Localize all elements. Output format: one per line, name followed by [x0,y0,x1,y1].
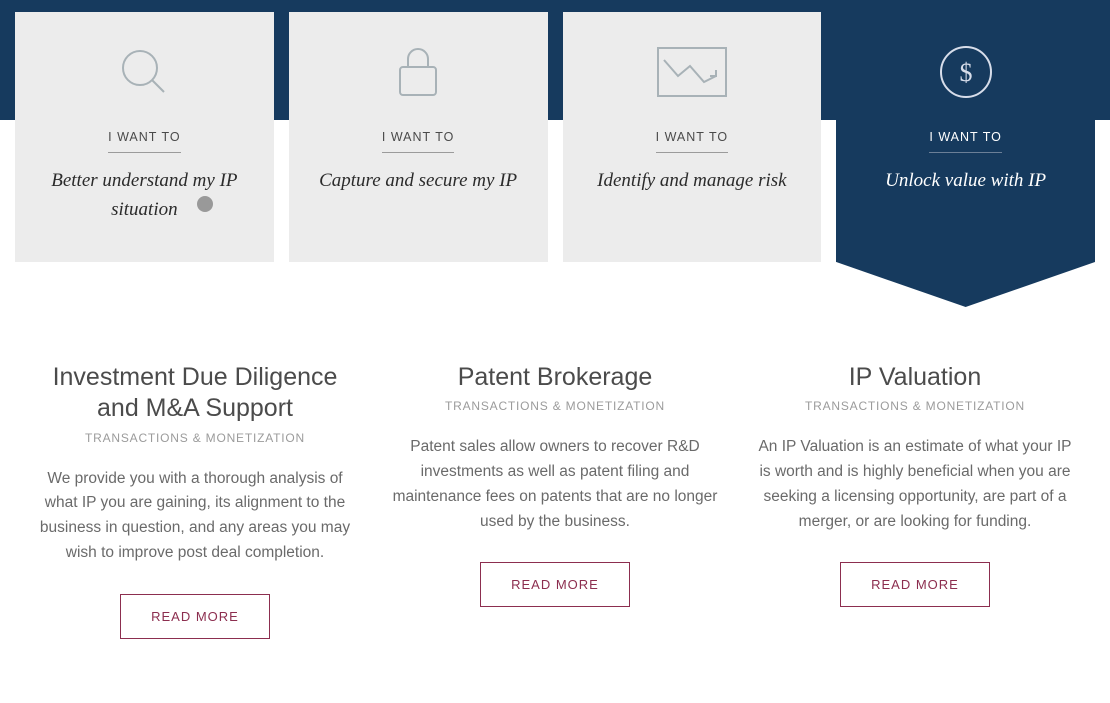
card-eyebrow: I WANT TO [656,130,728,153]
card-title: Identify and manage risk [579,167,806,196]
service-due-diligence: Investment Due Diligence and M&A Support… [30,362,360,639]
lock-icon [305,40,532,104]
svg-text:$: $ [959,58,972,87]
service-category: TRANSACTIONS & MONETIZATION [390,399,720,413]
magnifier-icon [31,40,258,104]
intent-card-unlock-value[interactable]: $ I WANT TO Unlock value with IP [836,12,1095,262]
card-title: Capture and secure my IP [305,167,532,196]
service-title: Patent Brokerage [390,362,720,393]
intent-card-capture[interactable]: I WANT TO Capture and secure my IP [289,12,548,262]
service-title: IP Valuation [750,362,1080,393]
card-eyebrow: I WANT TO [382,130,454,153]
card-eyebrow: I WANT TO [108,130,180,153]
dollar-circle-icon: $ [852,40,1079,104]
chart-down-icon [579,40,806,104]
card-title: Better understand my IP situation [31,167,258,224]
service-title: Investment Due Diligence and M&A Support [30,362,360,425]
service-description: An IP Valuation is an estimate of what y… [750,435,1080,534]
read-more-button[interactable]: READ MORE [120,594,270,639]
service-description: Patent sales allow owners to recover R&D… [390,435,720,534]
service-description: We provide you with a thorough analysis … [30,467,360,566]
service-category: TRANSACTIONS & MONETIZATION [750,399,1080,413]
card-eyebrow: I WANT TO [929,130,1001,153]
read-more-button[interactable]: READ MORE [840,562,990,607]
service-category: TRANSACTIONS & MONETIZATION [30,431,360,445]
intent-card-risk[interactable]: I WANT TO Identify and manage risk [563,12,822,262]
intent-card-understand[interactable]: I WANT TO Better understand my IP situat… [15,12,274,262]
card-title: Unlock value with IP [852,167,1079,196]
services-row: Investment Due Diligence and M&A Support… [0,262,1110,649]
service-patent-brokerage: Patent Brokerage TRANSACTIONS & MONETIZA… [390,362,720,639]
read-more-button[interactable]: READ MORE [480,562,630,607]
service-ip-valuation: IP Valuation TRANSACTIONS & MONETIZATION… [750,362,1080,639]
intent-cards-row: I WANT TO Better understand my IP situat… [0,12,1110,262]
